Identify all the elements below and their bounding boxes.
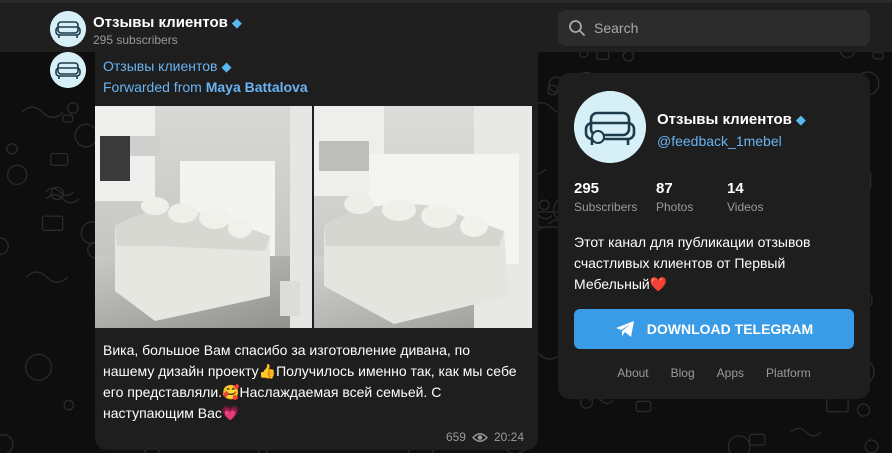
message-channel-name[interactable]: Отзывы клиентов ◆ (103, 58, 231, 75)
chat-header: Отзывы клиентов ◆ 295 subscribers (0, 0, 892, 52)
message-bubble: Отзывы клиентов ◆ Forwarded from Maya Bat… (95, 52, 538, 450)
sofa-logo-icon (50, 11, 86, 47)
card-channel-avatar (574, 91, 646, 163)
background-doodle (6, 164, 28, 186)
background-doodle (596, 50, 610, 60)
background-doodle (622, 50, 635, 62)
message-text: Вика, большое Вам спасибо за изготовлени… (103, 342, 517, 421)
telegram-plane-icon (615, 321, 634, 337)
header-channel-title[interactable]: Отзывы клиентов ◆ (93, 14, 242, 31)
stat-photos: 87 Photos (656, 180, 693, 214)
card-channel-title: Отзывы клиентов ◆ (657, 111, 806, 128)
background-doodle (790, 427, 822, 437)
channel-avatar[interactable] (50, 11, 86, 47)
search-icon (569, 20, 585, 36)
link-about[interactable]: About (617, 366, 648, 380)
background-doodle (748, 433, 766, 446)
stat-value: 87 (656, 180, 673, 197)
forwarded-from[interactable]: Forwarded from Maya Battalova (103, 79, 308, 95)
channel-info-card: Отзывы клиентов ◆ @feedback_1mebel 295 Su… (558, 73, 870, 399)
sofa-photo-image (314, 106, 532, 328)
background-doodle (864, 439, 879, 453)
stat-label: Videos (727, 200, 764, 214)
message-channel-label: Отзывы клиентов (103, 58, 218, 74)
card-channel-handle[interactable]: @feedback_1mebel (657, 133, 782, 149)
background-doodle (547, 84, 559, 96)
download-label: DOWNLOAD TELEGRAM (646, 321, 814, 337)
gem-icon: ◆ (221, 59, 232, 74)
background-doodle (49, 152, 69, 166)
sofa-photo-image (95, 106, 312, 328)
background-doodle (6, 143, 18, 155)
stat-label: Subscribers (574, 200, 638, 214)
background-doodle (872, 51, 884, 60)
stat-label: Photos (656, 200, 694, 214)
gem-icon: ◆ (231, 15, 242, 30)
gem-icon: ◆ (795, 112, 806, 127)
footer-links: About Blog Apps Platform (558, 366, 870, 380)
background-doodle (635, 400, 652, 413)
message-time: 20:24 (493, 430, 524, 444)
forwarded-author: Maya Battalova (205, 79, 308, 95)
background-doodle (0, 434, 14, 453)
card-channel-name: Отзывы клиентов (657, 111, 792, 128)
message-meta: 659 20:24 (446, 430, 524, 444)
background-doodle (66, 101, 79, 114)
link-apps[interactable]: Apps (717, 366, 744, 380)
background-doodle (41, 215, 64, 231)
background-doodle (727, 435, 751, 453)
stat-value: 14 (727, 180, 744, 197)
link-blog[interactable]: Blog (671, 366, 695, 380)
background-doodle (0, 237, 9, 256)
link-platform[interactable]: Platform (766, 366, 811, 380)
background-doodle (62, 114, 74, 123)
background-doodle (21, 106, 64, 119)
background-doodle (45, 187, 75, 196)
background-doodle (856, 403, 871, 417)
sofa-photo-2[interactable] (314, 106, 532, 328)
forwarded-prefix: Forwarded from (103, 79, 206, 95)
view-count: 659 (445, 430, 466, 444)
sofa-photo-1[interactable] (95, 106, 312, 328)
background-doodle (24, 353, 53, 381)
stat-videos: 14 Videos (727, 180, 763, 214)
eye-icon (472, 432, 488, 442)
channel-description: Этот канал для публикации отзывов счастл… (574, 234, 811, 292)
download-telegram-button[interactable]: DOWNLOAD TELEGRAM (574, 309, 854, 349)
stat-value: 295 (574, 180, 600, 197)
stat-subscribers: 295 Subscribers (574, 180, 637, 214)
background-doodle (25, 271, 69, 284)
background-doodle (63, 399, 75, 411)
header-channel-name: Отзывы клиентов (93, 14, 228, 31)
sofa-logo-icon (50, 52, 86, 88)
background-doodle (538, 199, 550, 211)
header-subscribers: 295 subscribers (93, 33, 178, 47)
search-input[interactable] (594, 20, 854, 36)
search-box[interactable] (558, 10, 870, 46)
sofa-logo-icon (574, 91, 646, 163)
message-channel-avatar[interactable] (50, 52, 86, 88)
